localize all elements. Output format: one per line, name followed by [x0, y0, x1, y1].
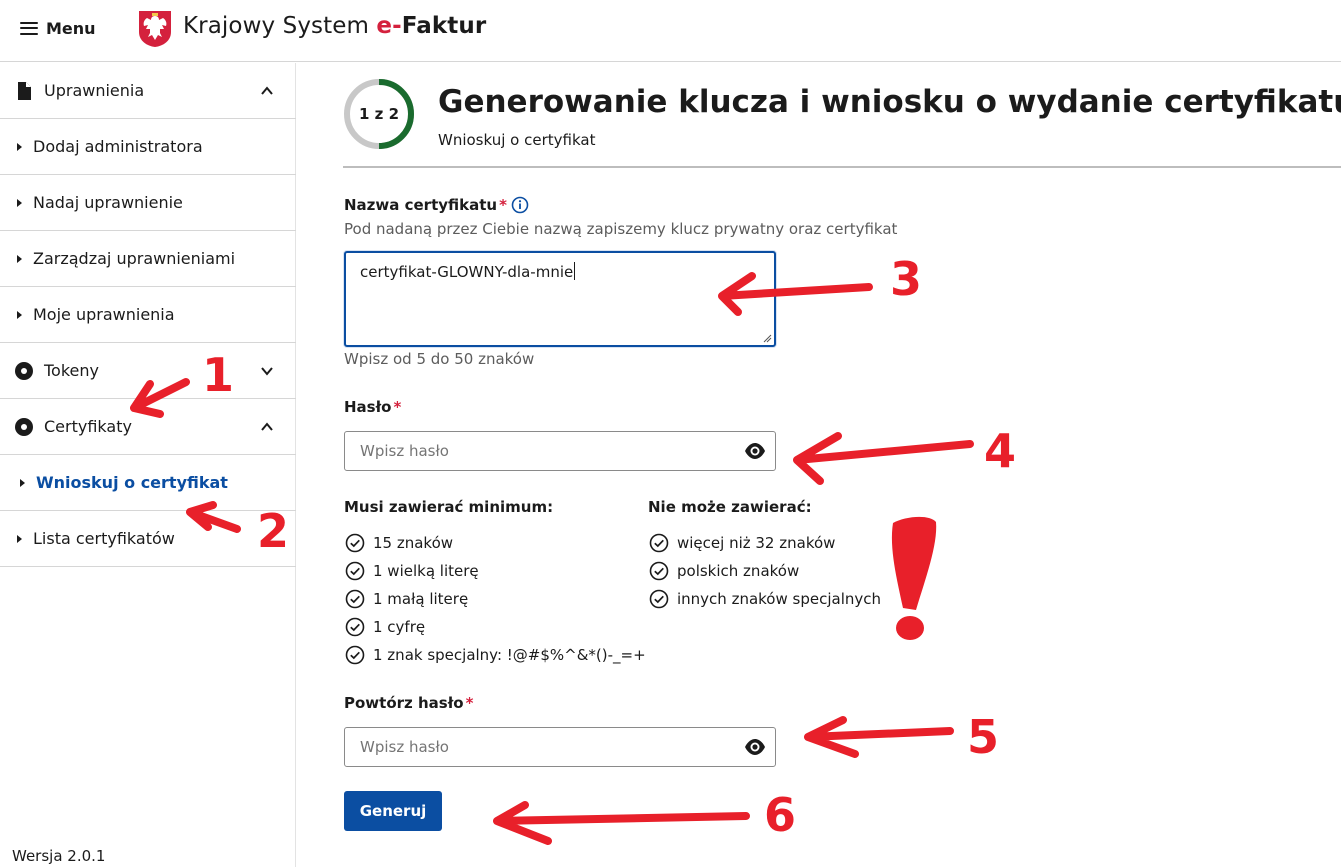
sidebar-item-label: Wnioskuj o certyfikat	[36, 473, 228, 492]
menu-label: Menu	[46, 18, 96, 38]
polish-eagle-emblem-icon	[139, 11, 171, 47]
triangle-bullet-icon	[17, 534, 22, 543]
chevron-up-icon	[261, 85, 273, 95]
check-circle-icon	[345, 589, 365, 609]
annotation-number: 2	[257, 504, 290, 558]
info-icon[interactable]	[511, 196, 529, 214]
divider	[343, 166, 1341, 168]
password-placeholder: Wpisz hasło	[360, 442, 449, 460]
annotation-number: 5	[967, 710, 1000, 764]
hamburger-icon	[20, 21, 38, 35]
restriction-item: innych znaków specjalnych	[649, 589, 881, 609]
sidebar-item-label: Lista certyfikatów	[33, 529, 175, 548]
check-circle-icon	[345, 533, 365, 553]
annotation-arrow-6	[493, 801, 750, 845]
token-icon	[15, 361, 33, 380]
sidebar-item-label: Zarządzaj uprawnieniami	[33, 249, 236, 268]
app-brand[interactable]: Krajowy System e-Faktur	[183, 13, 486, 39]
triangle-bullet-icon	[17, 310, 22, 319]
annotation-number: 4	[984, 424, 1017, 478]
menu-button[interactable]: Menu	[20, 14, 96, 42]
triangle-bullet-icon	[20, 478, 25, 487]
check-circle-icon	[345, 645, 365, 665]
sidebar-item-zarzadzaj-uprawnieniami[interactable]: Zarządzaj uprawnieniami	[0, 231, 296, 287]
cert-name-description: Pod nadaną przez Ciebie nazwą zapiszemy …	[344, 220, 898, 238]
step-indicator: 1 z 2	[358, 105, 400, 123]
restriction-item: więcej niż 32 znaków	[649, 533, 835, 553]
sidebar-item-label: Tokeny	[44, 361, 99, 380]
triangle-bullet-icon	[17, 198, 22, 207]
requirement-item: 1 małą literę	[345, 589, 468, 609]
sidebar-item-tokeny[interactable]: Tokeny	[0, 343, 296, 399]
check-circle-icon	[649, 589, 669, 609]
sidebar-item-moje-uprawnienia[interactable]: Moje uprawnienia	[0, 287, 296, 343]
annotation-number: 3	[890, 252, 923, 306]
brand-e: e-	[376, 13, 402, 39]
top-header: Menu Krajowy System e-Faktur	[0, 0, 1341, 62]
triangle-bullet-icon	[17, 254, 22, 263]
annotation-arrow-5	[804, 716, 954, 758]
cert-name-label: Nazwa certyfikatu *	[344, 196, 507, 214]
requirement-item: 1 wielką literę	[345, 561, 479, 581]
check-circle-icon	[345, 617, 365, 637]
sidebar-item-label: Certyfikaty	[44, 417, 132, 436]
sidebar-item-uprawnienia[interactable]: Uprawnienia	[0, 63, 296, 119]
requirement-item: 15 znaków	[345, 533, 453, 553]
must-not-contain-heading: Nie może zawierać:	[648, 498, 812, 516]
repeat-password-label: Powtórz hasło *	[344, 694, 474, 712]
annotation-number: 6	[764, 788, 797, 842]
sidebar-item-wnioskuj-o-certyfikat[interactable]: Wnioskuj o certyfikat	[0, 455, 296, 511]
restriction-item: polskich znaków	[649, 561, 799, 581]
cert-name-textarea[interactable]: certyfikat-GLOWNY-dla-mnie	[344, 251, 776, 347]
repeat-password-input[interactable]: Wpisz hasło	[344, 727, 776, 767]
repeat-password-placeholder: Wpisz hasło	[360, 738, 449, 756]
cert-name-value: certyfikat-GLOWNY-dla-mnie	[360, 262, 576, 281]
sidebar-item-lista-certyfikatow[interactable]: Lista certyfikatów	[0, 511, 296, 567]
annotation-exclamation-mark	[891, 516, 937, 610]
sidebar-nav: Uprawnienia Dodaj administratora Nadaj u…	[0, 63, 296, 867]
password-label: Hasło *	[344, 398, 402, 416]
page-title: Generowanie klucza i wniosku o wydanie c…	[438, 84, 1341, 120]
password-input[interactable]: Wpisz hasło	[344, 431, 776, 471]
annotation-number: 1	[202, 348, 235, 402]
certificate-icon	[15, 417, 33, 436]
requirement-item: 1 cyfrę	[345, 617, 425, 637]
chevron-down-icon	[261, 366, 273, 376]
requirement-item: 1 znak specjalny: !@#$%^&*()-_=+	[345, 645, 646, 665]
eye-icon[interactable]	[744, 442, 766, 460]
triangle-bullet-icon	[17, 142, 22, 151]
sidebar-item-label: Dodaj administratora	[33, 137, 203, 156]
sidebar-item-certyfikaty[interactable]: Certyfikaty	[0, 399, 296, 455]
check-circle-icon	[649, 533, 669, 553]
must-contain-heading: Musi zawierać minimum:	[344, 498, 554, 516]
cert-name-hint: Wpisz od 5 do 50 znaków	[344, 350, 535, 368]
eye-icon[interactable]	[744, 738, 766, 756]
sidebar-item-label: Moje uprawnienia	[33, 305, 175, 324]
check-circle-icon	[649, 561, 669, 581]
generate-button[interactable]: Generuj	[344, 791, 442, 831]
brand-suffix: Faktur	[401, 13, 487, 39]
sidebar-item-label: Uprawnienia	[44, 81, 145, 100]
document-icon	[18, 81, 31, 100]
brand-prefix: Krajowy System	[183, 13, 377, 39]
page-subtitle: Wnioskuj o certyfikat	[438, 131, 596, 149]
annotation-arrow-4	[793, 432, 974, 485]
sidebar-item-nadaj-uprawnienie[interactable]: Nadaj uprawnienie	[0, 175, 296, 231]
resize-grip-icon[interactable]	[762, 333, 772, 343]
chevron-up-icon	[261, 421, 273, 431]
check-circle-icon	[345, 561, 365, 581]
app-version: Wersja 2.0.1	[12, 847, 106, 865]
sidebar-item-dodaj-administratora[interactable]: Dodaj administratora	[0, 119, 296, 175]
sidebar-item-label: Nadaj uprawnienie	[33, 193, 183, 212]
